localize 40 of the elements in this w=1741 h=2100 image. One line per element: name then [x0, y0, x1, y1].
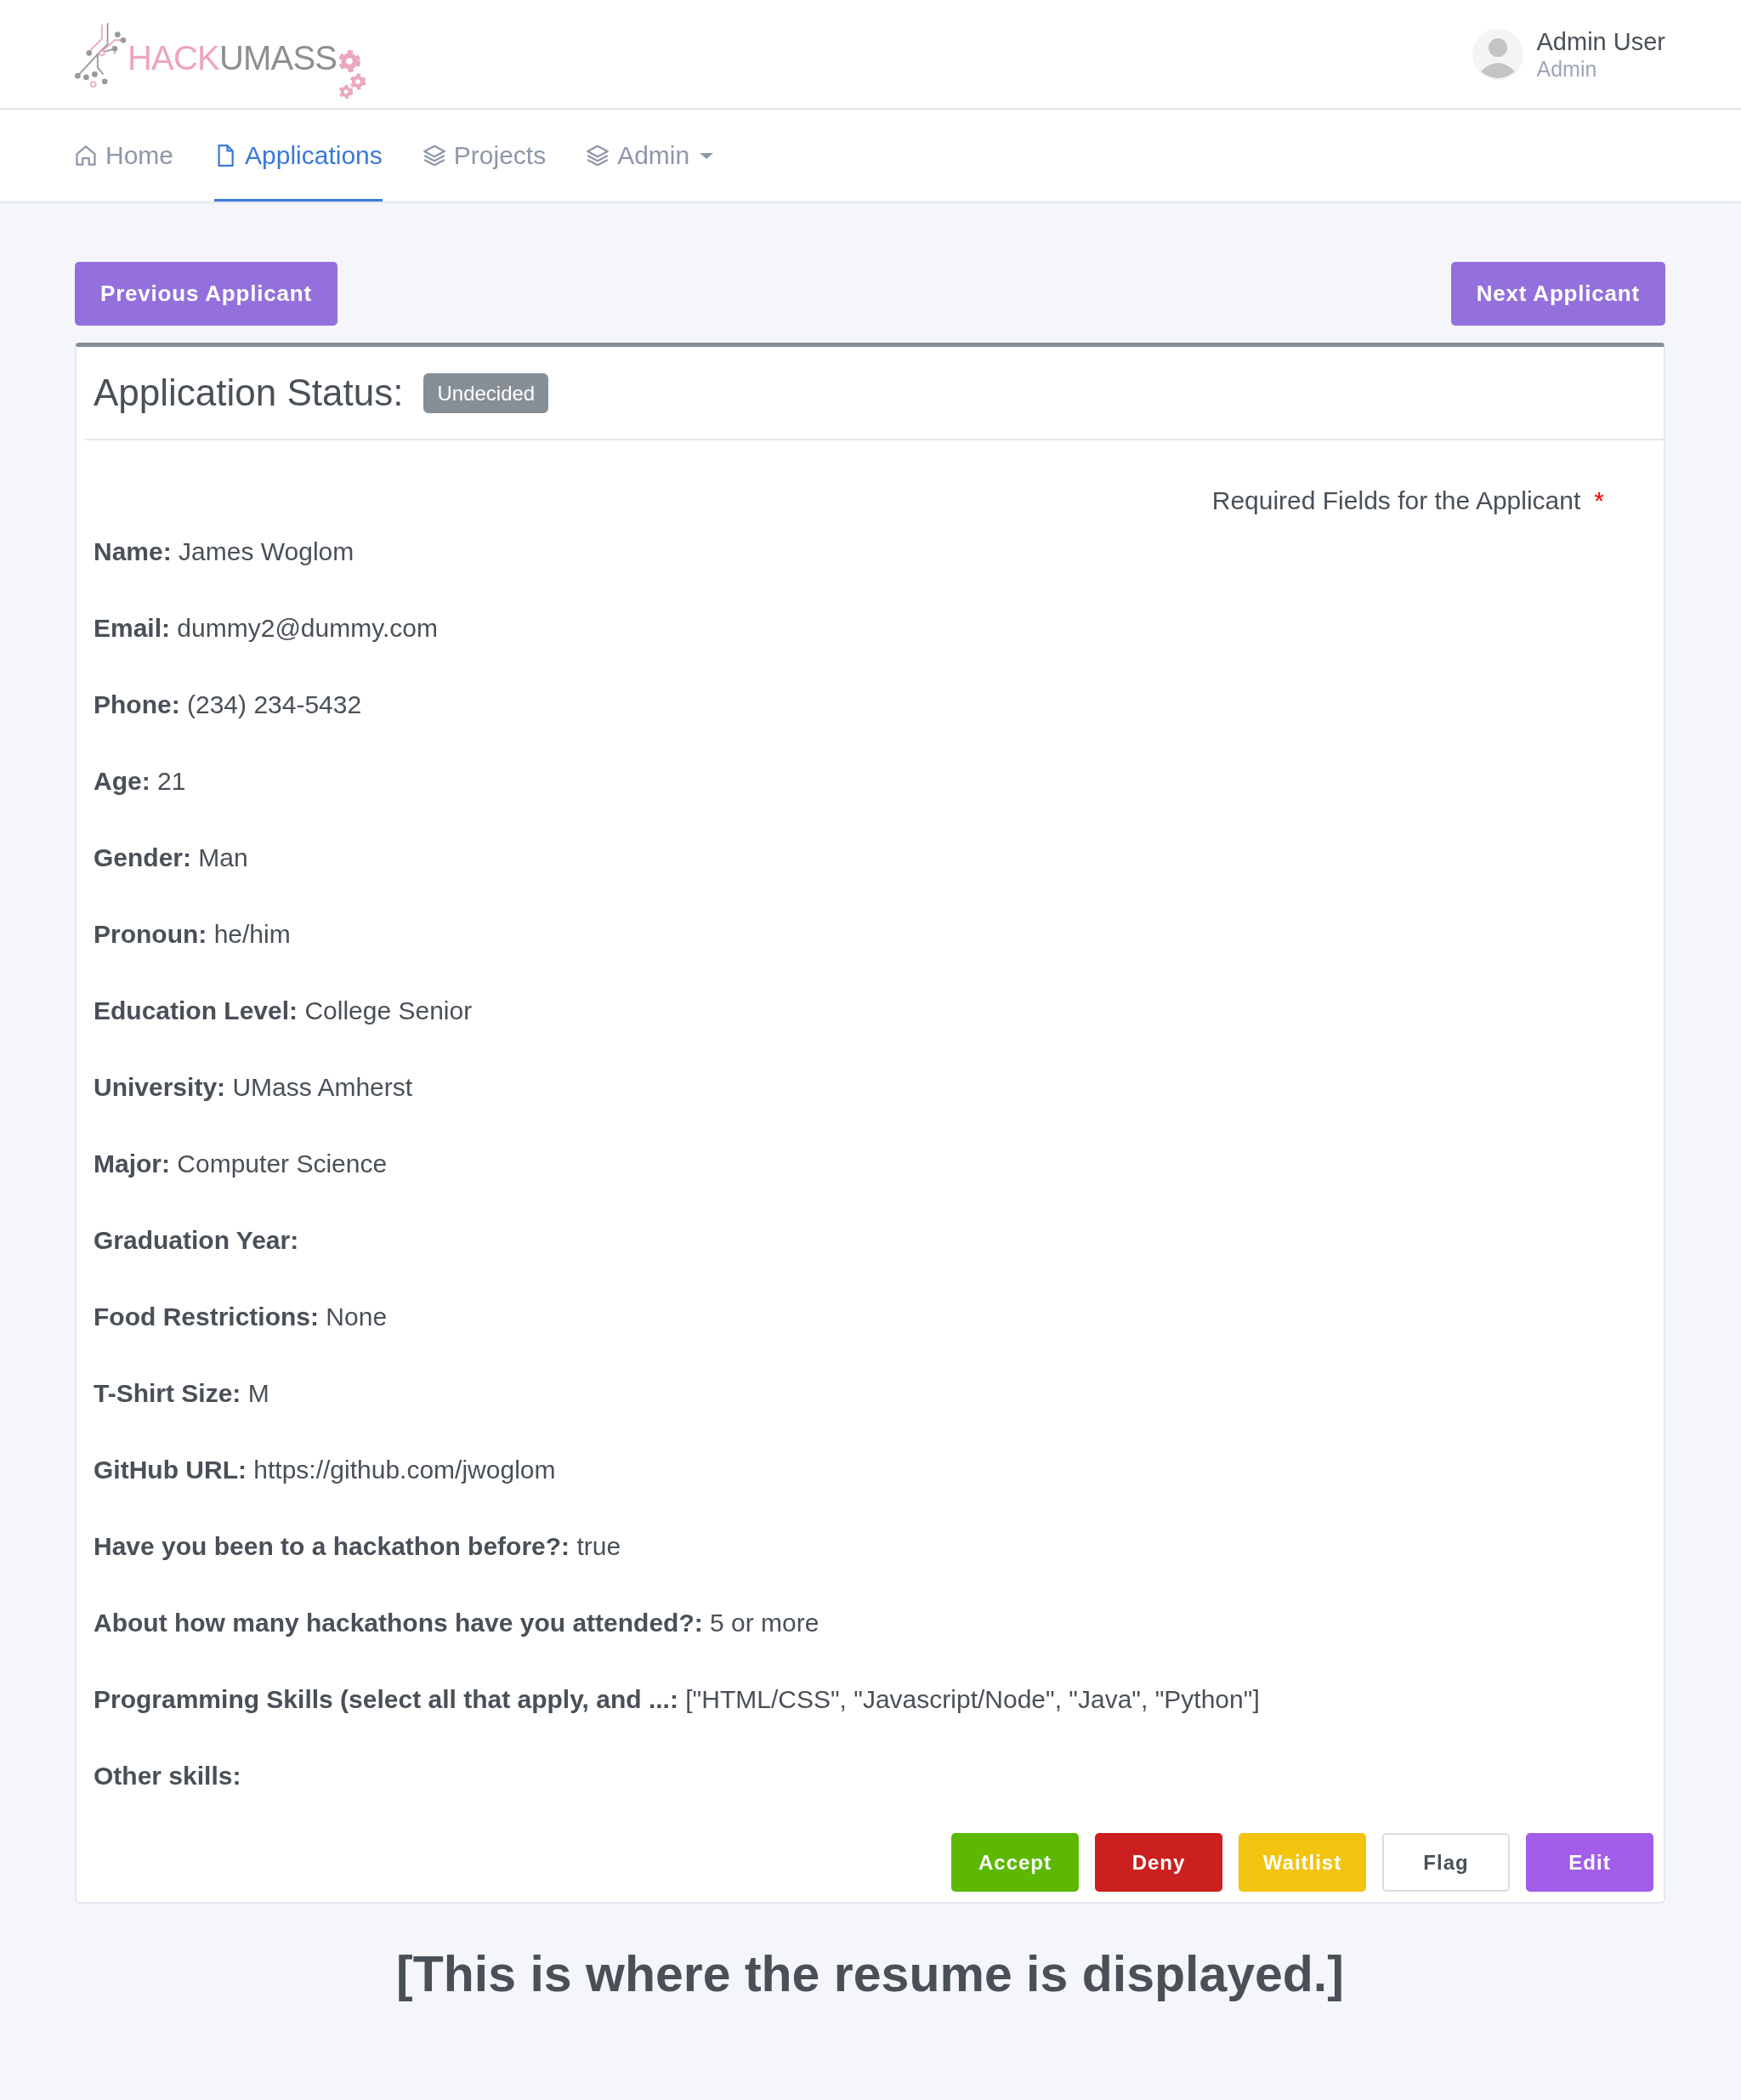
applicant-detail: University: UMass Amherst: [94, 1072, 413, 1103]
applicant-detail: Have you been to a hackathon before?: true: [94, 1531, 621, 1562]
applicant-detail: Other skills:: [94, 1761, 241, 1791]
required-asterisk: *: [1594, 485, 1604, 516]
next-applicant-button[interactable]: Next Applicant: [1450, 262, 1665, 326]
applicant-detail: Gender: Man: [94, 843, 248, 873]
applicant-detail: Age: 21: [94, 766, 186, 797]
gears-icon: [337, 48, 368, 100]
nav-tab[interactable]: Applications: [214, 110, 383, 201]
applicant-detail: Major: Computer Science: [94, 1149, 388, 1179]
nav-tab[interactable]: Projects: [422, 110, 547, 201]
status-heading: Application Status:: [94, 372, 404, 414]
nav-tab[interactable]: Home: [75, 110, 174, 201]
applicant-detail: Email: dummy2@dummy.com: [94, 613, 438, 644]
applicant-detail: T-Shirt Size: M: [94, 1378, 269, 1409]
user-role: Admin: [1536, 55, 1598, 82]
home-icon: [75, 145, 97, 167]
applicant-detail: About how many hackathons have you attended?: 5 or more: [94, 1608, 819, 1638]
action-button[interactable]: Accept: [951, 1833, 1079, 1892]
applicant-detail: Education Level: College Senior: [94, 996, 473, 1026]
action-button[interactable]: Flag: [1382, 1833, 1510, 1892]
action-button[interactable]: Edit: [1526, 1833, 1653, 1892]
previous-applicant-button[interactable]: Previous Applicant: [75, 262, 337, 326]
applicant-detail: Graduation Year:: [94, 1225, 299, 1256]
layers-icon: [587, 145, 610, 167]
applicant-detail: GitHub URL: https://github.com/jwoglom: [94, 1455, 556, 1485]
nav-tab[interactable]: Admin: [587, 110, 714, 201]
applicant-detail: Name: James Woglom: [94, 536, 354, 567]
resume-placeholder-text: [This is where the resume is displayed.]: [396, 1946, 1344, 2002]
status-badge: Undecided: [423, 372, 549, 413]
applicant-detail: Phone: (234) 234-5432: [94, 690, 362, 720]
applicant-detail: Pronoun: he/him: [94, 919, 291, 950]
avatar-icon: [1472, 28, 1523, 80]
applicant-detail: Programming Skills (select all that apply, and ...: ["HTML/CSS", "Javascript/Node", "Java", "Python"]: [94, 1684, 1260, 1715]
layers-icon: [422, 145, 445, 167]
action-button[interactable]: Deny: [1095, 1833, 1222, 1892]
user-name: Admin User: [1536, 26, 1665, 56]
applicant-detail: Food Restrictions: None: [94, 1302, 388, 1332]
logo-wordmark: HACKUMASS: [128, 37, 337, 77]
required-fields-note: Required Fields for the Applicant: [1211, 485, 1581, 516]
